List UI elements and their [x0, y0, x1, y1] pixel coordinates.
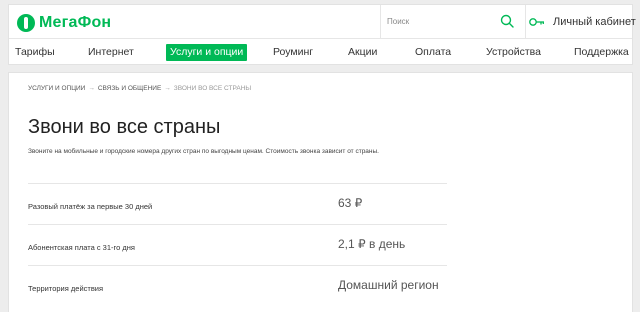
breadcrumb-item[interactable]: СВЯЗЬ И ОБЩЕНИЕ: [98, 85, 161, 92]
details-row: Территория действия Домашний регион: [28, 265, 447, 306]
personal-account-link[interactable]: Личный кабинет: [529, 5, 636, 38]
nav-item-services[interactable]: Услуги и опции: [166, 44, 248, 61]
breadcrumb-current: ЗВОНИ ВО ВСЕ СТРАНЫ: [173, 85, 252, 92]
details-row-value: 2,1 ₽ в день: [338, 237, 406, 251]
nav-item-support[interactable]: Поддержка: [574, 44, 629, 61]
details-row-label: Абонентская плата с 31-го дня: [28, 243, 135, 252]
breadcrumb-separator: →: [164, 85, 171, 92]
breadcrumb-separator: →: [88, 85, 95, 92]
site-header: МегаФон Личный кабинет Тарифы Интернет У…: [8, 4, 636, 65]
page-title: Звони во все страны: [28, 116, 221, 138]
search-input[interactable]: [387, 13, 487, 29]
nav-item-tariffs[interactable]: Тарифы: [15, 44, 55, 61]
service-details: Разовый платёж за первые 30 дней 63 ₽ Аб…: [28, 183, 447, 306]
megafon-logo-icon: [17, 14, 35, 32]
nav-item-promotions[interactable]: Акции: [348, 44, 377, 61]
nav-item-payment[interactable]: Оплата: [415, 44, 451, 61]
details-row-label: Разовый платёж за первые 30 дней: [28, 202, 153, 211]
main-nav: Тарифы Интернет Услуги и опции Роуминг А…: [9, 38, 632, 65]
key-icon: [529, 17, 544, 26]
details-row: Абонентская плата с 31-го дня 2,1 ₽ в де…: [28, 224, 447, 265]
nav-item-internet[interactable]: Интернет: [88, 44, 134, 61]
search-box: [380, 5, 526, 38]
page-description: Звоните на мобильные и городские номера …: [28, 148, 379, 155]
nav-item-roaming[interactable]: Роуминг: [273, 44, 313, 61]
main-content: УСЛУГИ И ОПЦИИ → СВЯЗЬ И ОБЩЕНИЕ → ЗВОНИ ВО …: [8, 72, 633, 312]
details-row-value: 63 ₽: [338, 196, 363, 210]
search-icon[interactable]: [500, 14, 514, 28]
nav-item-devices[interactable]: Устройства: [486, 44, 541, 61]
breadcrumb: УСЛУГИ И ОПЦИИ → СВЯЗЬ И ОБЩЕНИЕ → ЗВОНИ ВО …: [28, 85, 251, 92]
breadcrumb-item[interactable]: УСЛУГИ И ОПЦИИ: [28, 85, 85, 92]
details-row-value: Домашний регион: [338, 278, 439, 292]
logo[interactable]: МегаФон: [17, 12, 111, 34]
logo-text: МегаФон: [39, 14, 112, 31]
details-row: Разовый платёж за первые 30 дней 63 ₽: [28, 183, 447, 224]
details-row-label: Территория действия: [28, 284, 104, 293]
personal-account-label: Личный кабинет: [553, 15, 636, 28]
